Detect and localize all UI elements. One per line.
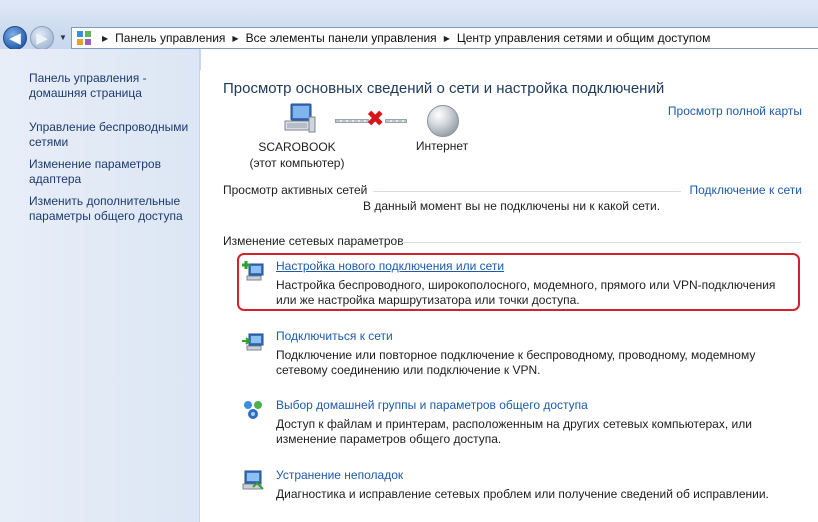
troubleshoot-icon bbox=[242, 470, 264, 490]
divider bbox=[401, 242, 801, 243]
forward-button[interactable]: ▶ bbox=[30, 26, 54, 50]
change-settings-header: Изменение сетевых параметров bbox=[223, 234, 404, 248]
arrow-right-icon: ▶ bbox=[36, 30, 48, 47]
full-map-link[interactable]: Просмотр полной карты bbox=[668, 104, 802, 118]
connect-to-network-link[interactable]: Подключение к сети bbox=[690, 183, 802, 197]
task-connect-network-description: Подключение или повторное подключение к … bbox=[276, 348, 756, 377]
active-networks-header: Просмотр активных сетей bbox=[223, 183, 368, 197]
control-panel-icon bbox=[77, 31, 91, 45]
breadcrumb-all-items[interactable]: Все элементы панели управления bbox=[246, 31, 437, 45]
task-troubleshoot-description: Диагностика и исправление сетевых пробле… bbox=[276, 487, 769, 501]
divider bbox=[373, 191, 681, 192]
task-new-connection-description: Настройка беспроводного, широкополосного… bbox=[276, 278, 776, 307]
computer-label: SCAROBOOK (этот компьютер) bbox=[247, 139, 347, 171]
chevron-right-icon[interactable]: ▶ bbox=[232, 34, 238, 43]
new-connection-icon bbox=[242, 261, 264, 281]
page-title: Просмотр основных сведений о сети и наст… bbox=[223, 80, 665, 97]
computer-name: SCAROBOOK bbox=[258, 140, 336, 154]
arrow-left-icon: ◀ bbox=[9, 30, 21, 47]
sidebar-item-home[interactable]: Панель управления - домашняя страница bbox=[29, 71, 197, 101]
back-button[interactable]: ◀ bbox=[3, 26, 27, 50]
task-new-connection-link[interactable]: Настройка нового подключения или сети bbox=[276, 259, 504, 273]
computer-icon bbox=[284, 103, 316, 133]
no-network-status: В данный момент вы не подключены ни к ка… bbox=[363, 199, 661, 213]
connect-network-icon bbox=[242, 333, 264, 351]
sidebar-item-wireless[interactable]: Управление беспроводными сетями bbox=[29, 120, 197, 150]
sidebar-item-adapter[interactable]: Изменение параметров адаптера bbox=[29, 157, 197, 187]
sidebar: Панель управления - домашняя страница Уп… bbox=[0, 49, 200, 522]
recent-pages-dropdown[interactable]: ▼ bbox=[59, 33, 67, 42]
internet-label: Интернет bbox=[415, 139, 469, 153]
connection-line bbox=[385, 119, 407, 123]
chevron-right-icon[interactable]: ▶ bbox=[444, 34, 450, 43]
task-homegroup-description: Доступ к файлам и принтерам, расположенн… bbox=[276, 417, 752, 446]
task-homegroup-link[interactable]: Выбор домашней группы и параметров общег… bbox=[276, 398, 588, 412]
task-connect-network-link[interactable]: Подключиться к сети bbox=[276, 329, 393, 343]
chevron-right-icon[interactable]: ▶ bbox=[102, 34, 108, 43]
address-bar[interactable]: ▶ Панель управления ▶ Все элементы панел… bbox=[71, 27, 818, 49]
internet-globe-icon bbox=[427, 105, 459, 137]
main-panel: Просмотр основных сведений о сети и наст… bbox=[201, 49, 818, 522]
breadcrumb-network-center[interactable]: Центр управления сетями и общим доступом bbox=[457, 31, 711, 45]
sidebar-item-sharing[interactable]: Изменить дополнительные параметры общего… bbox=[29, 194, 197, 224]
computer-subtitle: (этот компьютер) bbox=[249, 156, 345, 170]
connection-line bbox=[335, 119, 369, 123]
disconnected-x-icon: ✖ bbox=[366, 106, 385, 131]
task-troubleshoot-link[interactable]: Устранение неполадок bbox=[276, 468, 403, 482]
homegroup-icon bbox=[244, 401, 262, 419]
breadcrumb-control-panel[interactable]: Панель управления bbox=[115, 31, 225, 45]
